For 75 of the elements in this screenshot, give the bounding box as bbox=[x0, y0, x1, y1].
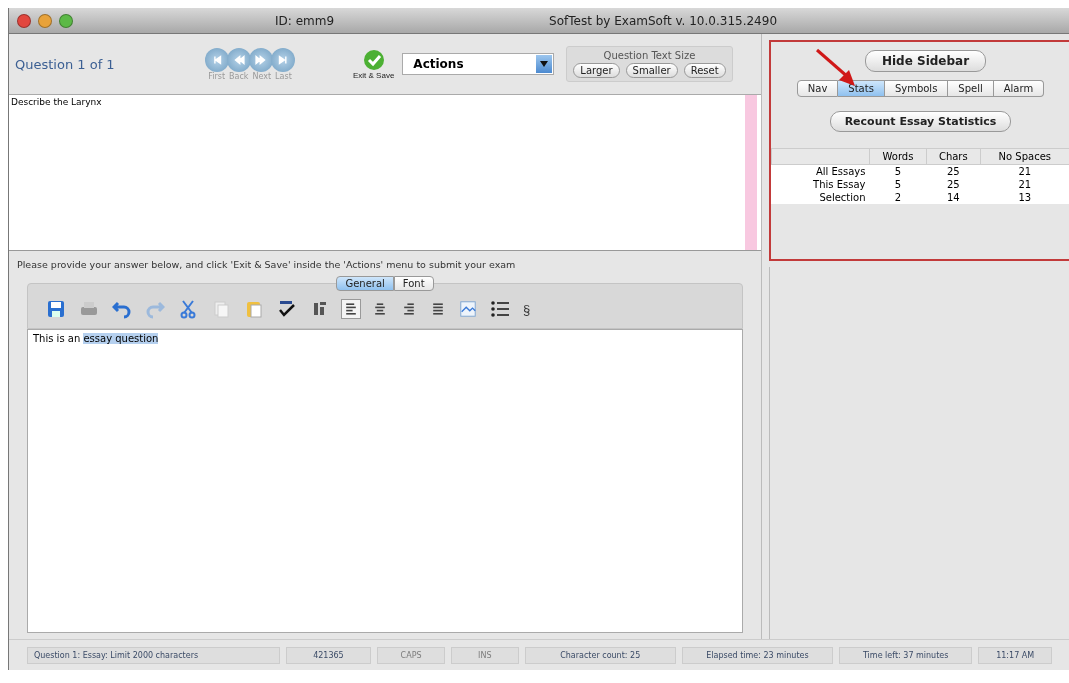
nav-label: First bbox=[208, 71, 226, 81]
status-field: 421365 bbox=[285, 646, 372, 664]
status-field: CAPS bbox=[377, 646, 445, 664]
table-cell: 25 bbox=[926, 164, 981, 178]
nav-icon bbox=[232, 52, 246, 67]
table-cell: 14 bbox=[926, 191, 981, 204]
exit-save-button[interactable]: Exit & Save bbox=[353, 48, 395, 80]
text-size-button[interactable]: Smaller bbox=[625, 63, 678, 78]
close-button[interactable] bbox=[17, 13, 31, 28]
dropdown-arrow-icon bbox=[540, 61, 549, 67]
question-counter: Question 1 of 1 bbox=[15, 56, 116, 72]
save-icon bbox=[46, 299, 66, 319]
status-field: Question 1: Essay: Limit 2000 characters bbox=[27, 646, 280, 664]
zoom-button[interactable] bbox=[59, 13, 73, 28]
recount-button[interactable]: Recount Essay Statistics bbox=[829, 111, 1012, 132]
actions-dropdown[interactable]: Actions bbox=[402, 53, 555, 75]
nav-icon bbox=[254, 52, 268, 67]
hide-sidebar-button[interactable]: Hide Sidebar bbox=[864, 50, 987, 72]
sidebar-tab[interactable]: Nav bbox=[796, 80, 839, 97]
scissors-icon bbox=[178, 299, 198, 319]
copy-icon bbox=[211, 299, 231, 319]
column-header: Chars bbox=[926, 148, 981, 165]
table-cell: 25 bbox=[926, 178, 981, 191]
nav-label: Last bbox=[275, 71, 292, 81]
text-size-button[interactable]: Reset bbox=[683, 63, 726, 78]
table-cell: 5 bbox=[869, 164, 927, 178]
checkmark-icon bbox=[362, 48, 385, 71]
bullet-list-icon bbox=[490, 299, 510, 319]
image-icon bbox=[459, 300, 477, 318]
minimize-button[interactable] bbox=[38, 13, 52, 28]
row-label: All Essays bbox=[771, 164, 870, 178]
group-title: Question Text Size bbox=[603, 50, 696, 61]
sidebar-tab[interactable]: Symbols bbox=[884, 80, 949, 97]
nav-button[interactable] bbox=[205, 47, 229, 72]
instructions-text: Please provide your answer below, and click 'Exit & Save' inside the 'Actions' menu to submit your exam bbox=[17, 259, 516, 270]
table-cell: 21 bbox=[980, 164, 1069, 178]
column-header: Words bbox=[869, 148, 927, 165]
status-field: Elapsed time: 23 minutes bbox=[681, 646, 834, 664]
nav-button[interactable] bbox=[271, 47, 295, 72]
table-cell: 13 bbox=[980, 191, 1069, 204]
window-title: ID: emm9 bbox=[275, 13, 335, 28]
redo-icon bbox=[145, 299, 165, 319]
sidebar-tab[interactable]: Stats bbox=[838, 80, 885, 97]
table-cell: 2 bbox=[869, 191, 927, 204]
spellcheck-icon bbox=[277, 299, 297, 319]
undo-icon bbox=[112, 299, 132, 319]
row-label: Selection bbox=[771, 191, 870, 204]
text-size-button[interactable]: Larger bbox=[573, 63, 620, 78]
editor-tab[interactable]: General bbox=[336, 276, 394, 291]
window-title: SofTest by ExamSoft v. 10.0.315.2490 bbox=[549, 13, 778, 28]
status-field: 11:17 AM bbox=[978, 646, 1052, 664]
status-field: Character count: 25 bbox=[524, 646, 676, 664]
column-header: No Spaces bbox=[980, 148, 1069, 165]
nav-button[interactable] bbox=[249, 47, 273, 72]
align-icon bbox=[401, 301, 417, 317]
question-text: Describe the Larynx bbox=[11, 97, 102, 107]
section-button[interactable]: § bbox=[521, 299, 533, 319]
answer-field[interactable]: This is an essay question bbox=[27, 329, 743, 633]
image-button[interactable] bbox=[457, 298, 479, 320]
table-cell: 21 bbox=[980, 178, 1069, 191]
nav-button[interactable] bbox=[227, 47, 251, 72]
status-field: Time left: 37 minutes bbox=[839, 646, 973, 664]
paste-icon bbox=[244, 299, 264, 319]
align-icon bbox=[343, 301, 359, 317]
nav-label: Back bbox=[229, 71, 249, 81]
sidebar-tab[interactable]: Spell bbox=[948, 80, 994, 97]
align-icon bbox=[430, 301, 446, 317]
align-icon bbox=[372, 301, 388, 317]
editor-tab[interactable]: Font bbox=[393, 276, 434, 291]
row-label: This Essay bbox=[771, 178, 870, 191]
nav-label: Next bbox=[252, 71, 272, 81]
table-cell: 5 bbox=[869, 178, 927, 191]
status-field: INS bbox=[450, 646, 519, 664]
align-button[interactable] bbox=[341, 299, 361, 319]
sidebar-tab[interactable]: Alarm bbox=[993, 80, 1045, 97]
